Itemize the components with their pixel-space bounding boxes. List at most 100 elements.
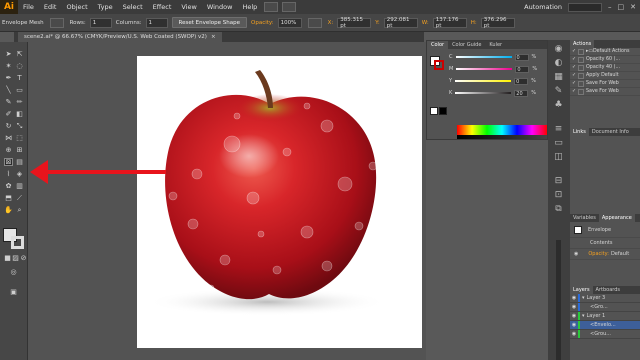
type-tool-icon[interactable]: T bbox=[15, 74, 24, 82]
visibility-eye-icon[interactable]: ◉ bbox=[574, 251, 578, 257]
check-icon[interactable]: ✓ bbox=[570, 49, 578, 54]
layer-row[interactable]: ◉ <Grou... bbox=[570, 330, 640, 339]
cyan-value[interactable]: 0 bbox=[514, 53, 529, 61]
menu-type[interactable]: Type bbox=[93, 3, 118, 11]
visibility-eye-icon[interactable]: ◉ bbox=[570, 331, 578, 337]
envelope-icon[interactable] bbox=[49, 17, 64, 28]
gradient-tool-icon[interactable]: ▤ bbox=[15, 158, 24, 166]
appearance-item-row[interactable]: Envelope bbox=[570, 222, 640, 238]
yellow-value[interactable]: 0 bbox=[514, 77, 529, 85]
line-tool-icon[interactable]: ╲ bbox=[4, 86, 13, 94]
toggle-dialog-icon[interactable] bbox=[578, 80, 584, 87]
black-track[interactable] bbox=[455, 92, 512, 94]
tab-links[interactable]: Links bbox=[570, 128, 589, 136]
toggle-dialog-icon[interactable] bbox=[578, 64, 584, 71]
black-swatch[interactable] bbox=[439, 107, 447, 115]
check-icon[interactable]: ✓ bbox=[570, 73, 578, 78]
toggle-dialog-icon[interactable] bbox=[578, 56, 584, 63]
transparency-dock-icon[interactable]: ◫ bbox=[553, 152, 564, 162]
pencil-tool-icon[interactable]: ✏ bbox=[15, 98, 24, 106]
paintbrush-tool-icon[interactable]: ✎ bbox=[4, 98, 13, 106]
action-row[interactable]: ✓ Apply Default bbox=[570, 72, 640, 80]
opacity-label[interactable]: Opacity: bbox=[251, 20, 274, 26]
drawing-mode-icon[interactable]: ◎ bbox=[9, 268, 18, 276]
w-input[interactable]: 137.176 pt bbox=[432, 17, 467, 29]
free-transform-icon[interactable]: ⬚ bbox=[15, 134, 24, 142]
apple-artwork[interactable] bbox=[137, 56, 422, 348]
slider-yellow[interactable]: Y 0 % bbox=[449, 77, 547, 85]
visibility-eye-icon[interactable]: ◉ bbox=[570, 295, 578, 301]
visibility-eye-icon[interactable]: ◉ bbox=[570, 304, 578, 310]
slider-cyan[interactable]: C 0 % bbox=[449, 53, 547, 61]
appearance-dock-icon[interactable]: ◉ bbox=[553, 44, 564, 54]
reset-envelope-button[interactable]: Reset Envelope Shape bbox=[171, 17, 247, 28]
pathfinder-dock-icon[interactable]: ⧉ bbox=[553, 204, 564, 214]
toggle-dialog-icon[interactable] bbox=[578, 88, 584, 95]
action-row[interactable]: ✓ Save For Web bbox=[570, 88, 640, 96]
cyan-track[interactable] bbox=[455, 56, 512, 58]
screen-mode-icon[interactable]: ▣ bbox=[9, 288, 18, 296]
color-dock-icon[interactable]: ◐ bbox=[553, 58, 564, 68]
check-icon[interactable]: ✓ bbox=[570, 65, 578, 70]
document-tab[interactable]: scene2.ai* @ 66.67% (CMYK/Preview/U.S. W… bbox=[18, 32, 222, 42]
blob-brush-icon[interactable]: ✐ bbox=[4, 110, 13, 118]
action-row[interactable]: ✓ Opacity 60 (... bbox=[570, 56, 640, 64]
layer-row-selected[interactable]: ◉ <Envelo... bbox=[570, 321, 640, 330]
swatches-dock-icon[interactable]: ▦ bbox=[553, 72, 564, 82]
blend-tool-icon[interactable]: ◈ bbox=[15, 170, 24, 178]
black-value[interactable]: 20 bbox=[514, 89, 529, 97]
menu-object[interactable]: Object bbox=[61, 3, 92, 11]
workspace-switcher[interactable]: Automation bbox=[524, 3, 562, 11]
menu-edit[interactable]: Edit bbox=[39, 3, 62, 11]
stroke-swatch[interactable] bbox=[11, 236, 24, 249]
slider-black[interactable]: K 20 % bbox=[449, 89, 547, 97]
check-icon[interactable]: ✓ bbox=[570, 81, 578, 86]
slice-tool-icon[interactable]: ⟋ bbox=[15, 194, 24, 202]
symbols-dock-icon[interactable]: ♣ bbox=[553, 100, 564, 110]
minimize-icon[interactable]: – bbox=[608, 3, 612, 11]
magic-wand-icon[interactable]: ✶ bbox=[4, 62, 13, 70]
panel-stroke-swatch[interactable] bbox=[434, 60, 444, 70]
perspective-grid-icon[interactable]: ⊞ bbox=[15, 146, 24, 154]
zoom-tool-icon[interactable]: ⌕ bbox=[15, 206, 24, 214]
check-icon[interactable]: ✓ bbox=[570, 57, 578, 62]
action-row[interactable]: ✓ Opacity 40 (... bbox=[570, 64, 640, 72]
color-spectrum[interactable] bbox=[457, 125, 547, 135]
mesh-tool-icon[interactable]: ⊠ bbox=[4, 158, 13, 166]
transform-dock-icon[interactable]: ⊡ bbox=[553, 190, 564, 200]
visibility-eye-icon[interactable]: ◉ bbox=[570, 322, 578, 328]
layer-row[interactable]: ◉ ▾ Layer 1 bbox=[570, 312, 640, 321]
h-input[interactable]: 376.296 pt bbox=[480, 17, 515, 29]
opacity-input[interactable]: 100% bbox=[277, 17, 302, 28]
lasso-tool-icon[interactable]: ◌ bbox=[15, 62, 24, 70]
layer-row[interactable]: ◉ ▾ Layer 3 bbox=[570, 294, 640, 303]
selection-tool-icon[interactable]: ➤ bbox=[4, 50, 13, 58]
expand-icon[interactable]: ▾ bbox=[582, 295, 585, 301]
menu-effect[interactable]: Effect bbox=[148, 3, 177, 11]
color-spectrum-dark[interactable] bbox=[457, 135, 547, 139]
brushes-dock-icon[interactable]: ✎ bbox=[553, 86, 564, 96]
toggle-dialog-icon[interactable] bbox=[578, 48, 584, 55]
rectangle-tool-icon[interactable]: ▭ bbox=[15, 86, 24, 94]
columns-input[interactable]: 1 bbox=[145, 17, 168, 28]
shape-builder-icon[interactable]: ⊕ bbox=[4, 146, 13, 154]
scale-tool-icon[interactable]: ⤡ bbox=[15, 122, 24, 130]
bridge-icon[interactable] bbox=[264, 2, 279, 12]
tab-variables[interactable]: Variables bbox=[570, 214, 599, 222]
menu-help[interactable]: Help bbox=[237, 3, 262, 11]
graph-tool-icon[interactable]: ▥ bbox=[15, 182, 24, 190]
eraser-tool-icon[interactable]: ◧ bbox=[15, 110, 24, 118]
action-row[interactable]: ✓ ▸▭ Default Actions bbox=[570, 48, 640, 56]
opacity-link[interactable]: Opacity: bbox=[588, 251, 609, 257]
align-dock-icon[interactable]: ⊟ bbox=[553, 176, 564, 186]
dock-scrollbar[interactable] bbox=[556, 240, 561, 360]
x-input[interactable]: 385.315 pt bbox=[337, 17, 372, 29]
tab-kuler[interactable]: Kuler bbox=[485, 41, 506, 49]
magenta-value[interactable]: 0 bbox=[515, 65, 530, 73]
artboard-tool-icon[interactable]: ⬒ bbox=[4, 194, 13, 202]
menu-file[interactable]: File bbox=[18, 3, 39, 11]
stroke-dock-icon[interactable]: ≡ bbox=[553, 124, 564, 134]
arrange-documents-icon[interactable] bbox=[282, 2, 297, 12]
tab-artboards[interactable]: Artboards bbox=[593, 286, 623, 294]
tab-document-info[interactable]: Document Info bbox=[589, 128, 632, 136]
